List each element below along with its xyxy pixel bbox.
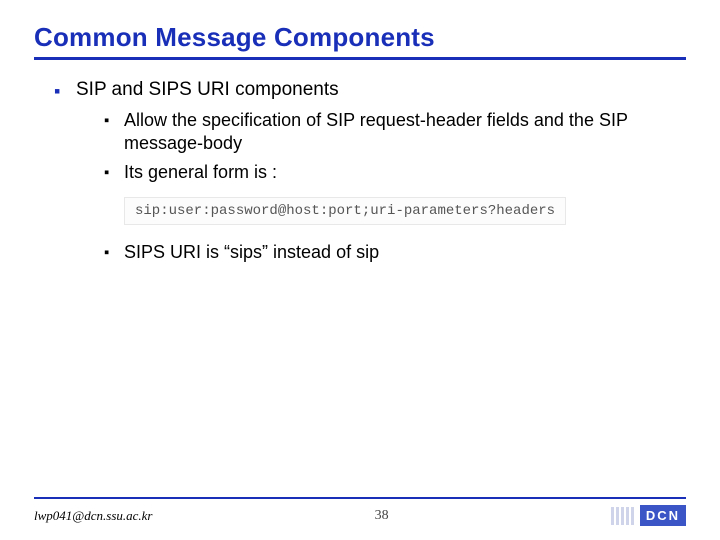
page-number: 38: [375, 508, 389, 524]
slide-footer: lwp041@dcn.ssu.ac.kr 38 DCN: [0, 497, 720, 526]
footer-rule: [34, 497, 686, 499]
slide-body: SIP and SIPS URI components Allow the sp…: [34, 78, 686, 264]
bullet-list-level2: SIPS URI is “sips” instead of sip: [76, 241, 686, 264]
bullet-subitem: Its general form is :: [104, 161, 686, 184]
bullet-text: Its general form is :: [124, 162, 277, 182]
bullet-subitem: Allow the specification of SIP request-h…: [104, 109, 686, 156]
footer-logo: DCN: [611, 505, 686, 526]
bullet-list-level2: Allow the specification of SIP request-h…: [76, 109, 686, 185]
footer-row: lwp041@dcn.ssu.ac.kr 38 DCN: [34, 505, 686, 526]
bullet-list-level1: SIP and SIPS URI components Allow the sp…: [34, 78, 686, 264]
bullet-item: SIP and SIPS URI components Allow the sp…: [54, 78, 686, 264]
title-underline: [34, 57, 686, 60]
bullet-text: SIPS URI is “sips” instead of sip: [124, 242, 379, 262]
logo-text: DCN: [640, 505, 686, 526]
slide-title: Common Message Components: [34, 22, 686, 53]
bullet-subitem: SIPS URI is “sips” instead of sip: [104, 241, 686, 264]
logo-bars-icon: [611, 507, 634, 525]
code-example: sip:user:password@host:port;uri-paramete…: [124, 197, 566, 225]
footer-email: lwp041@dcn.ssu.ac.kr: [34, 508, 152, 524]
bullet-text: SIP and SIPS URI components: [76, 79, 339, 100]
slide: Common Message Components SIP and SIPS U…: [0, 0, 720, 540]
bullet-text: Allow the specification of SIP request-h…: [124, 110, 628, 153]
